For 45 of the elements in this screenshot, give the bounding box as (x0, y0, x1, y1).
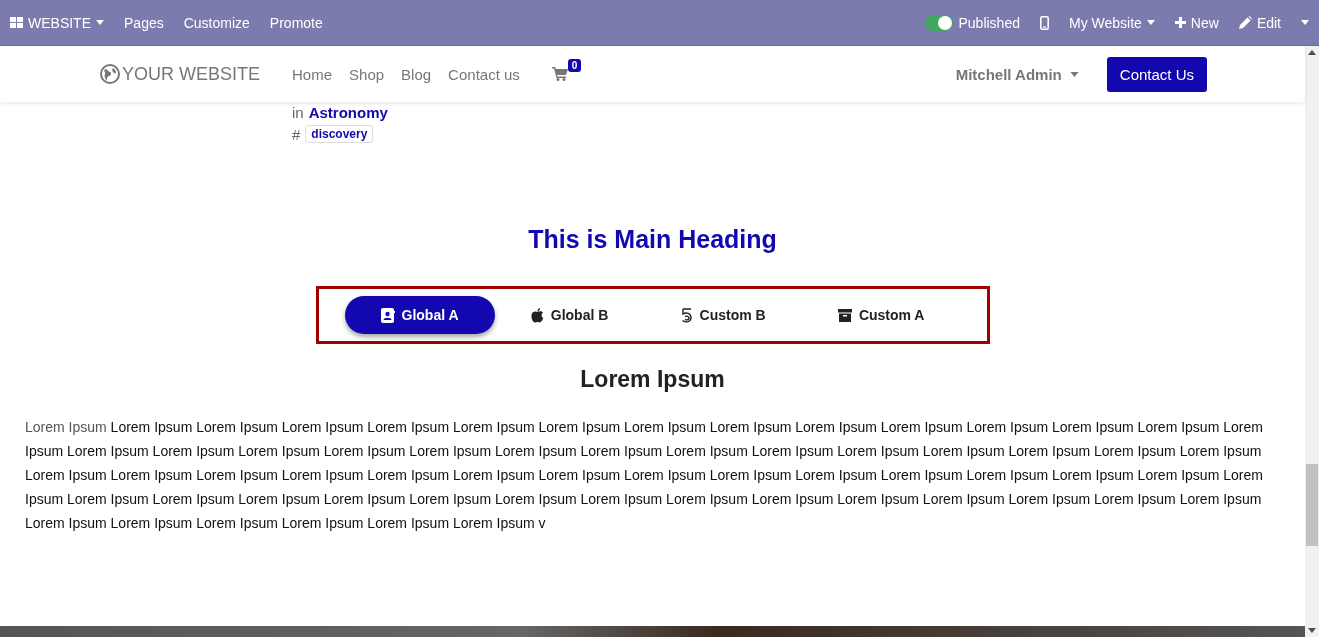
apple-icon (530, 307, 544, 323)
published-toggle[interactable]: Published (915, 0, 1030, 46)
scroll-up-icon[interactable] (1308, 50, 1316, 55)
menu-button[interactable]: Promote (259, 0, 333, 46)
tab[interactable]: Global B (494, 296, 645, 334)
tab[interactable]: Custom A (801, 296, 961, 334)
contact-card-icon (380, 307, 395, 323)
caret-icon (96, 20, 104, 25)
archive-box-icon (837, 308, 852, 322)
nav-link[interactable]: Shop (349, 65, 385, 83)
tag-link[interactable]: discovery (305, 125, 374, 143)
caret-icon (1069, 71, 1079, 77)
globe-icon (100, 64, 120, 84)
contact-us-button[interactable]: Contact Us (1106, 56, 1207, 92)
cart-count-badge: 0 (567, 59, 582, 72)
menu-button[interactable]: Edit (1228, 0, 1291, 46)
user-menu[interactable]: Mitchell Admin (949, 64, 1085, 84)
nav-link[interactable]: Home (292, 65, 333, 83)
site-logo[interactable]: YOUR WEBSITE (100, 63, 260, 85)
scroll-down-icon[interactable] (1308, 628, 1316, 633)
caret-icon (1301, 20, 1309, 25)
main-heading: This is Main Heading (528, 225, 777, 254)
pencil-icon (1238, 16, 1252, 29)
spiral-five-icon (680, 307, 693, 323)
menu-button[interactable]: My Website (1059, 0, 1165, 46)
panel-title: Lorem Ipsum (580, 366, 725, 393)
hash-symbol: # (292, 125, 301, 143)
scroll-thumb[interactable] (1306, 464, 1318, 546)
toggle-switch[interactable] (925, 14, 954, 31)
category-link[interactable]: Astronomy (308, 104, 388, 121)
phone-icon (1040, 15, 1049, 30)
lorem-paragraph: Lorem Ipsum Lorem Ipsum Lorem Ipsum Lorem Ipsum Lorem Ipsum Lorem Ipsum Lorem Ipsum Lorem Ipsum Lorem Ipsum Lorem Ipsum Lorem Ipsum Lorem Ipsum Lorem Ipsum Lorem Ipsum Lorem Ipsum Lorem Ipsum Lorem Ipsum Lorem Ipsum Lorem Ipsum Lorem Ipsum Lorem Ipsum Lorem Ipsum Lorem Ipsum Lorem Ipsum Lorem Ipsum Lorem Ipsum Lorem Ipsum Lorem Ipsum Lorem Ipsum Lorem Ipsum Lorem Ipsum Lorem Ipsum Lorem Ipsum Lorem Ipsum Lorem Ipsum Lorem Ipsum Lorem Ipsum Lorem Ipsum Lorem Ipsum Lorem Ipsum Lorem Ipsum Lorem Ipsum Lorem Ipsum Lorem Ipsum Lorem Ipsum Lorem Ipsum Lorem Ipsum Lorem Ipsum Lorem Ipsum Lorem Ipsum Lorem Ipsum Lorem Ipsum Lorem Ipsum Lorem Ipsum Lorem Ipsum Lorem Ipsum Lorem Ipsum Lorem Ipsum Lorem Ipsum Lorem Ipsum Lorem Ipsum Lorem Ipsum Lorem Ipsum Lorem Ipsum v (25, 418, 1264, 533)
nav-link[interactable]: Blog (401, 65, 432, 83)
tab[interactable]: Global A (344, 296, 495, 334)
plus-icon (1174, 17, 1186, 28)
menu-button[interactable]: New (1164, 0, 1229, 46)
tab[interactable]: Custom B (644, 296, 802, 334)
apps-grid-icon (10, 17, 23, 28)
menu-button[interactable]: Customize (173, 0, 260, 46)
nav-link[interactable]: Contact us (448, 65, 520, 83)
category-prefix: in (292, 104, 304, 121)
caret-icon (1146, 20, 1155, 25)
cart-icon[interactable] (551, 67, 568, 81)
menu-button[interactable]: WEBSITE (10, 0, 114, 46)
menu-button[interactable]: Pages (114, 0, 174, 46)
